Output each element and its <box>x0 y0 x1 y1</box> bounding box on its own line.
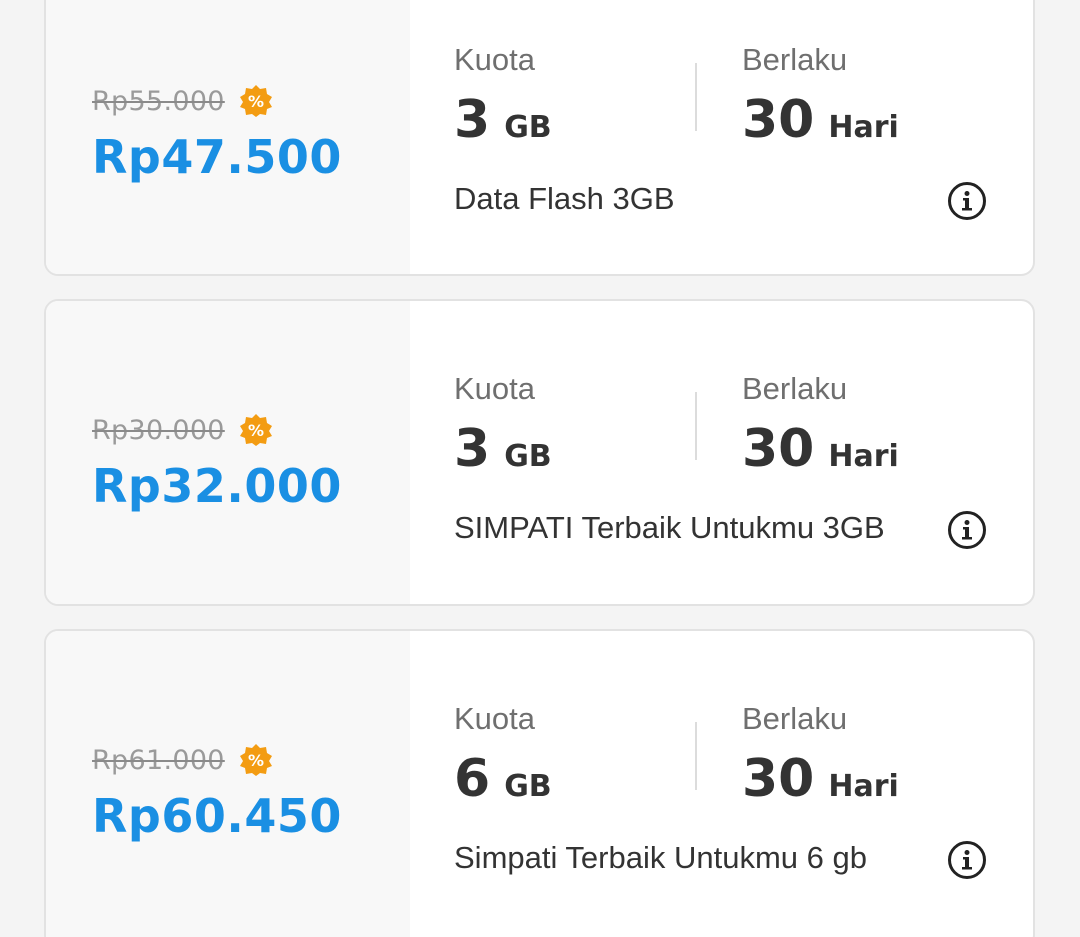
package-list: Rp55.000 % Rp47.500 Kuota Berlaku 3 GB 3… <box>0 0 1080 937</box>
quota-label: Kuota <box>454 701 536 736</box>
old-price: Rp55.000 <box>92 85 225 117</box>
package-card[interactable]: Rp55.000 % Rp47.500 Kuota Berlaku 3 GB 3… <box>44 0 1035 276</box>
divider <box>695 392 697 460</box>
package-name: Data Flash 3GB <box>454 181 675 216</box>
validity-value-row: 30 Hari <box>742 90 899 150</box>
quota-value-row: 3 GB <box>454 419 552 479</box>
quota-value: 6 <box>454 749 491 809</box>
old-price-row: Rp61.000 % <box>92 743 273 777</box>
validity-value-row: 30 Hari <box>742 749 899 809</box>
validity-label: Berlaku <box>742 701 848 736</box>
package-card[interactable]: Rp30.000 % Rp32.000 Kuota Berlaku 3 GB 3… <box>44 299 1035 606</box>
validity-unit: Hari <box>828 439 899 474</box>
old-price-row: Rp30.000 % <box>92 413 273 447</box>
quota-label: Kuota <box>454 371 536 406</box>
info-icon[interactable] <box>948 182 986 220</box>
discount-badge-icon: % <box>239 414 272 446</box>
old-price-row: Rp55.000 % <box>92 84 273 118</box>
quota-label: Kuota <box>454 42 536 77</box>
info-panel: Kuota Berlaku 3 GB 30 Hari SIMPATI Terba… <box>410 301 1033 604</box>
svg-text:%: % <box>248 92 264 111</box>
discount-price: Rp32.000 <box>92 459 342 513</box>
validity-unit: Hari <box>828 110 899 145</box>
quota-value-row: 6 GB <box>454 749 552 809</box>
discount-price: Rp60.450 <box>92 789 342 843</box>
quota-unit: GB <box>504 110 552 145</box>
package-name: Simpati Terbaik Untukmu 6 gb <box>454 840 867 875</box>
package-card[interactable]: Rp61.000 % Rp60.450 Kuota Berlaku 6 GB 3… <box>44 629 1035 937</box>
validity-value: 30 <box>742 749 815 809</box>
price-panel: Rp55.000 % Rp47.500 <box>46 0 410 274</box>
validity-unit: Hari <box>828 769 899 804</box>
info-panel: Kuota Berlaku 3 GB 30 Hari Data Flash 3G… <box>410 0 1033 274</box>
quota-unit: GB <box>504 769 552 804</box>
validity-label: Berlaku <box>742 371 848 406</box>
quota-unit: GB <box>504 439 552 474</box>
svg-text:%: % <box>248 751 264 770</box>
validity-value: 30 <box>742 90 815 150</box>
divider <box>695 63 697 131</box>
validity-value: 30 <box>742 419 815 479</box>
discount-badge-icon: % <box>239 744 272 776</box>
old-price: Rp61.000 <box>92 744 225 776</box>
svg-text:%: % <box>248 421 264 440</box>
quota-value: 3 <box>454 90 491 150</box>
info-icon[interactable] <box>948 841 986 879</box>
old-price: Rp30.000 <box>92 414 225 446</box>
price-panel: Rp61.000 % Rp60.450 <box>46 631 410 937</box>
info-icon[interactable] <box>948 511 986 549</box>
quota-value: 3 <box>454 419 491 479</box>
validity-label: Berlaku <box>742 42 848 77</box>
price-panel: Rp30.000 % Rp32.000 <box>46 301 410 604</box>
divider <box>695 722 697 790</box>
info-panel: Kuota Berlaku 6 GB 30 Hari Simpati Terba… <box>410 631 1033 937</box>
discount-badge-icon: % <box>239 85 272 117</box>
validity-value-row: 30 Hari <box>742 419 899 479</box>
discount-price: Rp47.500 <box>92 130 342 184</box>
quota-value-row: 3 GB <box>454 90 552 150</box>
package-name: SIMPATI Terbaik Untukmu 3GB <box>454 510 885 545</box>
